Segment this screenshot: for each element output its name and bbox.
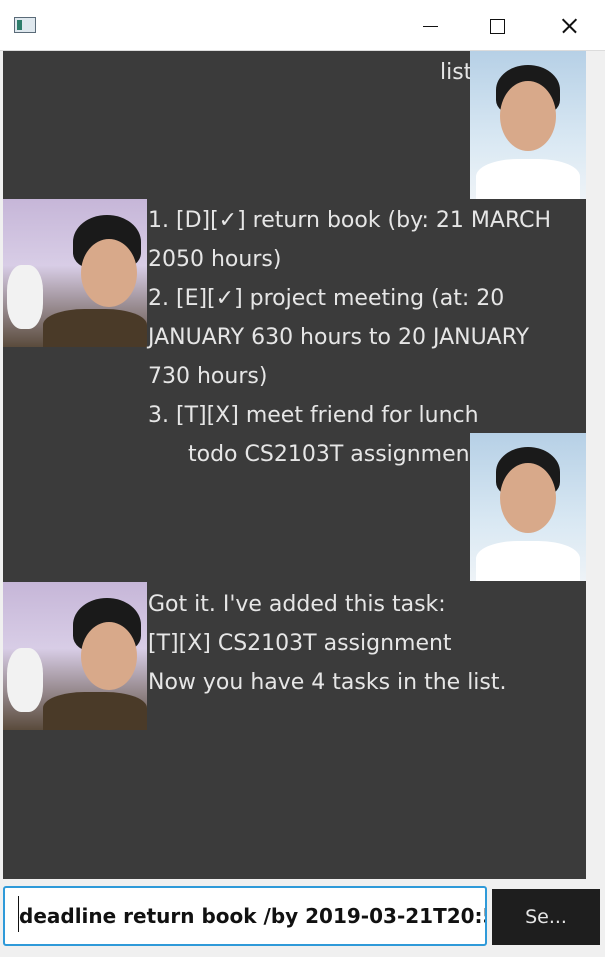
user-message-text: todo CS2103T assignment bbox=[188, 442, 479, 467]
user-avatar bbox=[470, 51, 586, 199]
send-button[interactable]: Se... bbox=[492, 889, 600, 945]
command-input[interactable] bbox=[3, 886, 487, 946]
close-button[interactable] bbox=[533, 0, 603, 50]
duke-message-line: 1. [D][✓] return book (by: 21 MARCH bbox=[148, 208, 552, 233]
text-caret bbox=[18, 896, 19, 932]
duke-message-line: 730 hours) bbox=[148, 364, 268, 389]
scrollbar[interactable] bbox=[586, 51, 605, 879]
duke-avatar bbox=[3, 199, 147, 347]
dialog-container[interactable]: list 1. [D][✓] return book (by: 21 MARCH… bbox=[3, 51, 586, 879]
duke-message-line: JANUARY 630 hours to 20 JANUARY bbox=[148, 325, 530, 350]
title-bar bbox=[0, 0, 605, 51]
duke-message-line: Got it. I've added this task: bbox=[148, 592, 446, 617]
duke-avatar bbox=[3, 582, 147, 730]
duke-message-line: 2050 hours) bbox=[148, 247, 282, 272]
duke-message-line: Now you have 4 tasks in the list. bbox=[148, 670, 507, 695]
user-message-text: list bbox=[440, 60, 473, 85]
duke-message-line: 3. [T][X] meet friend for lunch bbox=[148, 403, 479, 428]
duke-message-line: 2. [E][✓] project meeting (at: 20 bbox=[148, 286, 505, 311]
minimize-button[interactable] bbox=[395, 0, 465, 50]
user-avatar bbox=[470, 433, 586, 581]
input-row: Se... bbox=[0, 882, 605, 957]
duke-message-line: [T][X] CS2103T assignment bbox=[148, 631, 452, 656]
app-icon bbox=[14, 17, 36, 33]
maximize-button[interactable] bbox=[462, 0, 532, 50]
